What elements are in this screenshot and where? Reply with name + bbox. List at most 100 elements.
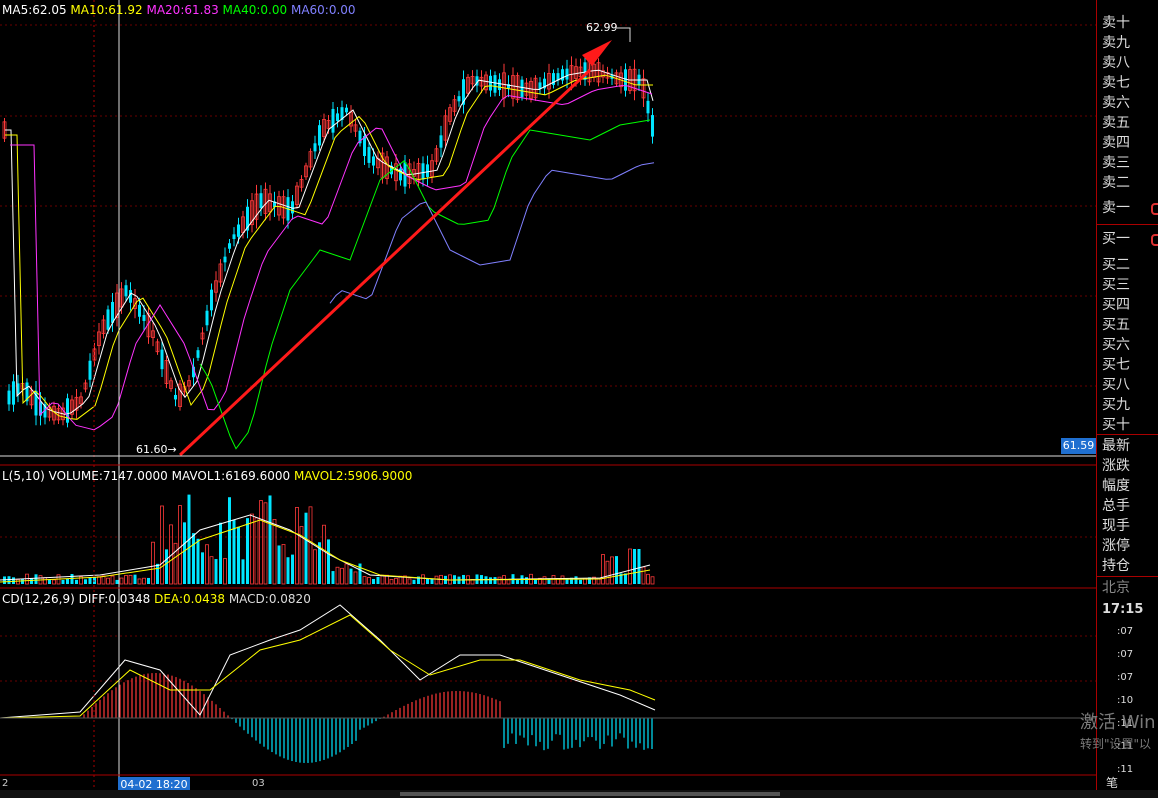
volume-bar-down [66,578,69,584]
candle-body-down [210,289,213,311]
candle-body-down [493,75,497,93]
candle-body-down [457,96,461,102]
candle-body-down [363,135,366,157]
candle-body-down [520,79,524,98]
bid-row-7: 买九 [1102,397,1130,413]
volume-bar-down [525,577,528,584]
bid-row-0: 买二 [1102,257,1130,273]
order-book-panel: 卖十 卖九 卖八 卖七 卖六 卖五 卖四 卖三 卖二 卖一 买一 买二 买三 买四 买五 买六 买七 买八 买九买… [1096,0,1158,790]
candle-body-down [331,108,335,133]
candle-body-down [111,301,114,323]
mavol2-label: MAVOL2:5906.9000 [293,469,413,483]
volume-bar-down [349,568,353,584]
volume-bar-down [196,538,200,584]
volume-bar-down [615,556,618,584]
volume-bar-down [412,579,416,584]
candle-body-down [259,193,263,209]
volume-bar-down [327,539,330,584]
tab-ticks[interactable]: 笔 [1106,774,1118,791]
volume-label: L(5,10) VOLUME:7147.0000 [2,469,168,483]
bid-row-1: 买三 [1102,277,1130,293]
candle-body-down [174,394,177,400]
candle-body-down [138,304,141,317]
bid-row-5: 买七 [1102,357,1130,373]
scrollbar-thumb[interactable] [400,792,780,796]
ma60-label: MA60:0.00 [290,3,356,17]
volume-bar-down [237,526,240,584]
ask-row-8: 卖二 [1102,175,1130,191]
ask-row-2: 卖八 [1102,55,1130,71]
bid-row-3: 买五 [1102,317,1130,333]
bid-indicator [1151,234,1158,246]
bid-row-2: 买四 [1102,297,1130,313]
bid-row-first-0: 买一 [1102,231,1130,247]
ask-row-4: 卖六 [1102,95,1130,111]
candle-body-down [336,113,339,121]
tick-time-0: :07 [1117,626,1134,637]
ask-row-6: 卖四 [1102,135,1130,151]
volume-bar-down [291,554,294,584]
volume-bar-down [88,577,92,584]
info-row-5: 涨停 [1102,538,1130,554]
macd-indicator-label: CD(12,26,9) [2,592,75,606]
candle-body-down [7,390,11,405]
candle-body-down [426,164,429,177]
volume-bar-down [219,522,222,584]
macd-value-label: MACD:0.0820 [228,592,311,606]
volume-bar-down [192,533,195,584]
volume-bar-down [534,579,537,584]
bid-row-6: 买八 [1102,377,1130,393]
tick-time-2: :07 [1117,672,1134,683]
kline-chart[interactable] [0,0,1096,790]
candle-body-down [498,79,501,91]
horizontal-scrollbar[interactable] [0,790,1158,798]
ma20-label: MA20:61.83 [146,3,219,17]
volume-bar-down [430,579,434,584]
ma40-label: MA40:0.00 [222,3,288,17]
ask-row-3: 卖七 [1102,75,1130,91]
ask-row-5: 卖五 [1102,115,1130,131]
candle-body-down [237,224,240,237]
tick-time-3: :10 [1117,695,1134,706]
volume-bar-down [214,559,218,584]
volume-header: L(5,10) VOLUME:7147.0000 MAVOL1:6169.600… [2,469,412,483]
volume-bar-down [12,577,15,584]
volume-bar-down [183,522,186,584]
volume-bar-down [61,579,65,584]
activation-watermark-subtitle: 转到"设置"以 [1080,737,1152,751]
high-price-label: 62.99 [586,21,618,34]
volume-bar-down [201,552,204,584]
tick-time-1: :07 [1117,649,1134,660]
candle-body-down [565,68,569,80]
candle-body-down [372,156,375,166]
low-price-label: 61.60→ [136,443,177,456]
info-row-2: 幅度 [1102,478,1130,494]
ma-header: MA5:62.05 MA10:61.92 MA20:61.83 MA40:0.0… [2,3,356,17]
macd-header: CD(12,26,9) DIFF:0.0348 DEA:0.0438 MACD:… [2,592,311,606]
tick-time-6: :11 [1117,764,1134,775]
volume-bar-down [246,518,249,584]
candle-body-down [318,125,321,146]
volume-bar-down [165,549,168,584]
volume-bar-down [489,577,492,584]
candle-body-down [367,147,371,163]
volume-bar-down [376,576,380,584]
trade-time: 17:15 [1102,602,1144,617]
volume-bar-down [84,579,87,584]
candle-body-down [313,143,317,152]
volume-bar-down [156,563,159,584]
volume-bar-down [241,559,245,584]
x-axis-tick-mid: 03 [252,778,265,789]
volume-bar-down [75,579,78,584]
volume-bar-down [372,578,375,584]
volume-bar-down [7,576,11,584]
volume-bar-down [228,497,231,584]
candle-body-down [345,107,348,113]
ask-row-0: 卖十 [1102,15,1130,31]
volume-bar-down [304,512,308,584]
volume-bar-down [286,557,290,584]
candle-body-down [651,115,654,137]
diff-label: DIFF:0.0348 [78,592,151,606]
candle-body-down [223,256,227,263]
volume-bar-down [34,574,38,584]
